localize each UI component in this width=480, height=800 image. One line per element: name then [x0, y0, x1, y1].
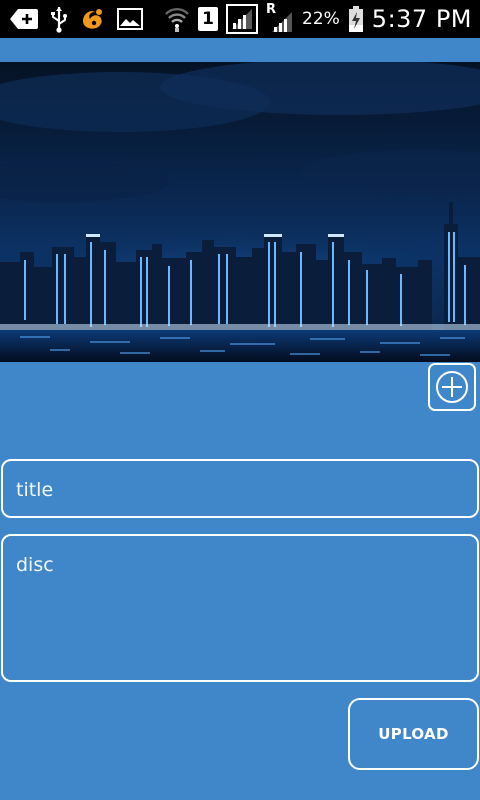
status-bar: 1 R 22% 5:37 PM [0, 0, 480, 38]
battery-charging-icon [348, 6, 363, 32]
signal-icon [226, 4, 258, 34]
clock: 5:37 PM [371, 5, 472, 33]
add-image-button[interactable] [428, 363, 476, 411]
usb-icon [51, 7, 67, 33]
app-header-band [0, 38, 480, 62]
description-placeholder: disc [16, 554, 54, 576]
battery-percent: 22% [302, 9, 340, 29]
roaming-signal-icon: R [266, 2, 294, 34]
sim-icon: 1 [198, 7, 218, 31]
title-input[interactable]: title [1, 459, 479, 518]
wifi-icon [165, 8, 189, 32]
add-circle-icon [436, 371, 468, 403]
uc-browser-icon [83, 9, 102, 29]
upload-button[interactable]: UPLOAD [348, 698, 479, 770]
image-icon [117, 8, 143, 30]
add-notification-icon [10, 9, 38, 29]
city-night-skyline-image[interactable] [0, 62, 480, 362]
title-placeholder: title [16, 479, 54, 501]
description-input[interactable]: disc [1, 534, 479, 682]
